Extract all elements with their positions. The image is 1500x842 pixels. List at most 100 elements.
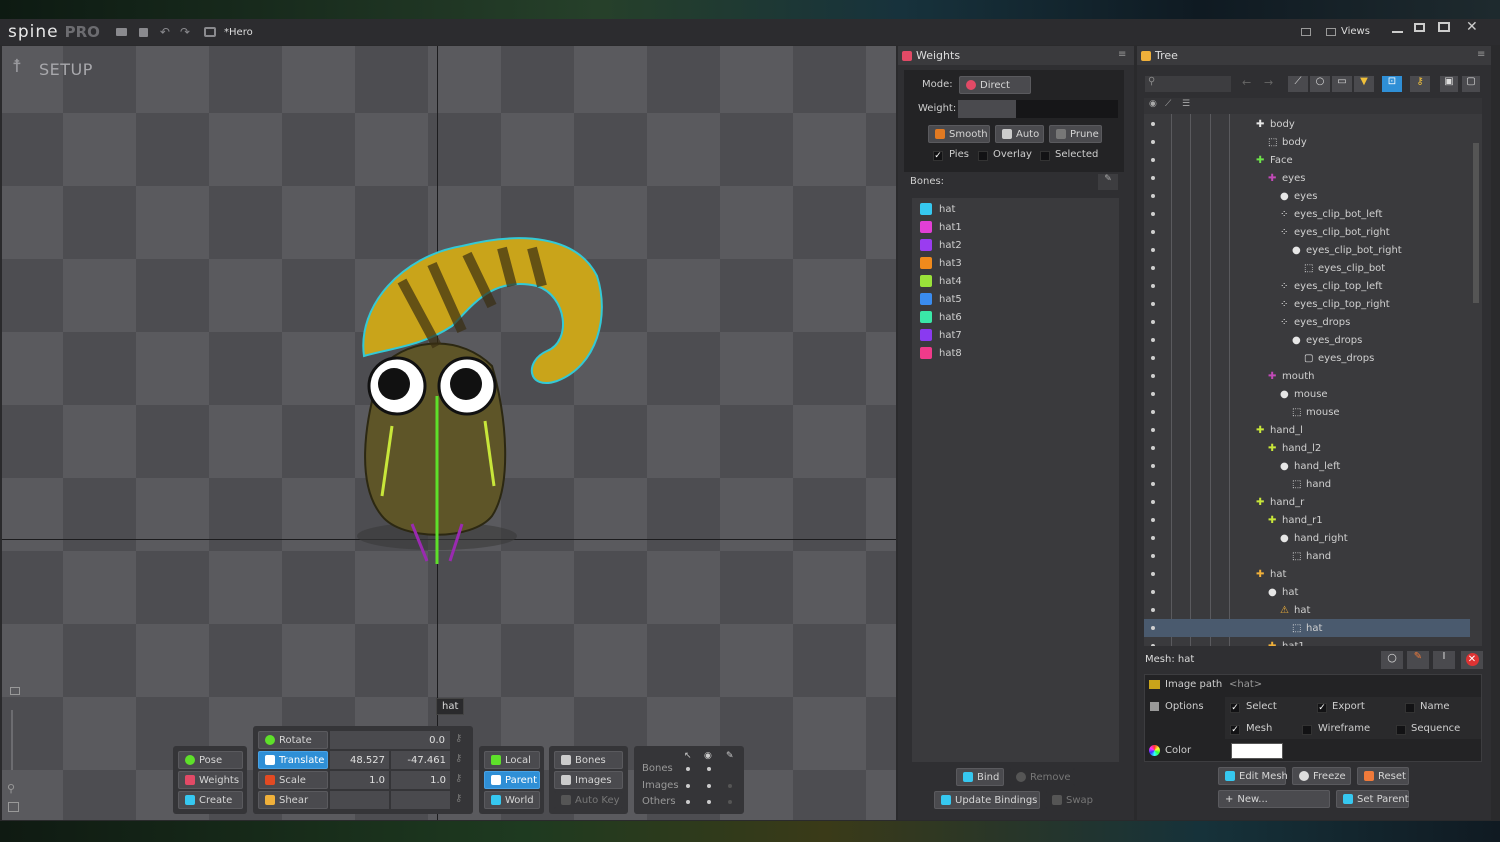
sequence-option-checkbox[interactable] [1396,725,1406,735]
bones-select-dot[interactable] [686,767,690,771]
views-icon[interactable] [1326,28,1336,36]
image-path-field[interactable]: <hat> [1229,679,1262,690]
pose-tool-button[interactable]: Pose [178,751,243,769]
remove-button[interactable]: Remove [1009,768,1075,786]
bones-list[interactable]: hat hat1 hat2 hat3 hat4 hat5 hat6 hat7 hat8 [912,198,1119,762]
images-toggle-button[interactable]: Images [554,771,623,789]
auto-key-button[interactable]: Auto Key [554,791,623,809]
tree-search-input[interactable]: ⚲ [1145,76,1231,92]
parent-axis-button[interactable]: Parent [484,771,540,789]
tree-item[interactable]: ✚ hand_l [1144,421,1470,439]
tree-duplicate-icon[interactable]: ▢ [1462,76,1480,92]
bones-pin-icon[interactable]: ✎ [1098,174,1118,190]
visibility-dot[interactable] [1151,410,1155,414]
folder-open-icon[interactable] [115,28,127,36]
tree-item[interactable]: ● hat [1144,583,1470,601]
translate-tool-button[interactable]: Translate [258,751,328,769]
tree-item[interactable]: ✚ hand_r [1144,493,1470,511]
visibility-dot[interactable] [1151,446,1155,450]
tree-item[interactable]: ● eyes [1144,187,1470,205]
tree-item[interactable]: ✚ hand_r1 [1144,511,1470,529]
visibility-dot[interactable] [1151,122,1155,126]
filter-bones-icon[interactable]: ⟋ [1288,76,1308,92]
tree-view[interactable]: ◉ ⟋ ☰ ✚ body ⬚ body ✚ Face ✚ eyes ● eyes ⁘ eyes_cli… [1144,98,1482,646]
tree-item[interactable]: ● hand_left [1144,457,1470,475]
tree-item[interactable]: ⬚ hat [1144,619,1470,637]
tree-item[interactable]: ✚ mouth [1144,367,1470,385]
shear-y-field[interactable] [391,791,450,809]
mesh-eraser-icon[interactable]: ✎ [1407,651,1429,669]
create-tool-button[interactable]: Create [178,791,243,809]
bones-visible-dot[interactable] [707,767,711,771]
smooth-button[interactable]: Smooth [928,125,990,143]
visibility-dot[interactable] [1151,536,1155,540]
visibility-dot[interactable] [1151,248,1155,252]
tree-item[interactable]: ⁘ eyes_clip_top_left [1144,277,1470,295]
visibility-dot[interactable] [1151,374,1155,378]
mode-dropdown[interactable]: Direct [959,76,1031,94]
scale-key-icon[interactable]: ⚷ [455,773,462,784]
tree-item[interactable]: ⁘ eyes_clip_bot_left [1144,205,1470,223]
tree-item[interactable]: ⬚ eyes_clip_bot [1144,259,1470,277]
local-axis-button[interactable]: Local [484,751,540,769]
bone-list-item[interactable]: hat5 [912,290,1119,308]
tree-item[interactable]: ⚠ hat [1144,601,1470,619]
visibility-dot[interactable] [1151,338,1155,342]
visibility-dot[interactable] [1151,194,1155,198]
visibility-dot[interactable] [1151,356,1155,360]
visibility-dot[interactable] [1151,302,1155,306]
tree-item[interactable]: ⁘ eyes_drops [1144,313,1470,331]
reset-button[interactable]: Reset [1357,767,1409,785]
tree-item[interactable]: ✚ eyes [1144,169,1470,187]
name-option-checkbox[interactable] [1405,703,1415,713]
bone-list-item[interactable]: hat2 [912,236,1119,254]
pies-checkbox[interactable]: ✓ [933,151,943,161]
monitor-icon[interactable] [1301,28,1311,36]
wireframe-option-checkbox[interactable] [1302,725,1312,735]
visibility-dot[interactable] [1151,140,1155,144]
visibility-dot[interactable] [1151,464,1155,468]
restore-button[interactable] [1414,23,1425,32]
visibility-dot[interactable] [1151,518,1155,522]
bone-list-item[interactable]: hat [912,200,1119,218]
close-button[interactable]: ✕ [1466,19,1478,35]
update-bindings-button[interactable]: Update Bindings [934,791,1040,809]
character-skeleton[interactable] [342,186,622,566]
viewport[interactable]: ☨ SETUP hat ⚲ [2,46,896,820]
visibility-dot[interactable] [1151,608,1155,612]
visibility-dot[interactable] [1151,212,1155,216]
mesh-slot-icon[interactable]: ○ [1381,651,1403,669]
color-swatch[interactable] [1231,743,1283,759]
auto-button[interactable]: Auto [995,125,1044,143]
visibility-dot[interactable] [1151,230,1155,234]
selected-checkbox[interactable] [1040,151,1050,161]
zoom-icon[interactable]: ⚲ [7,782,15,795]
tree-settings-icon[interactable]: ⚷ [1410,76,1430,92]
images-select-dot[interactable] [686,784,690,788]
mesh-delete-icon[interactable]: ✕ [1461,651,1483,669]
tree-item[interactable]: ✚ hat [1144,565,1470,583]
visibility-dot[interactable] [1151,320,1155,324]
translate-y-field[interactable]: -47.461 [391,751,450,769]
tree-item[interactable]: ✚ hand_l2 [1144,439,1470,457]
edit-mesh-button[interactable]: Edit Mesh [1218,767,1288,785]
rotate-key-icon[interactable]: ⚷ [455,733,462,744]
visibility-dot[interactable] [1151,284,1155,288]
bones-toggle-button[interactable]: Bones [554,751,623,769]
tree-scrollbar[interactable] [1473,143,1479,303]
tree-panel-menu-icon[interactable]: ≡ [1477,49,1485,60]
set-parent-button[interactable]: Set Parent [1336,790,1409,808]
save-icon[interactable] [138,27,148,37]
images-visible-dot[interactable] [707,784,711,788]
rotate-tool-button[interactable]: Rotate [258,731,328,749]
undo-icon[interactable]: ↶ [160,25,170,39]
maximize-button[interactable] [1438,22,1450,32]
weight-slider[interactable] [958,100,1118,118]
filter-attachments-icon[interactable]: ▭ [1332,76,1352,92]
bone-list-item[interactable]: hat4 [912,272,1119,290]
visibility-dot[interactable] [1151,266,1155,270]
tree-item[interactable]: ⬚ hand [1144,547,1470,565]
tree-item[interactable]: ● eyes_clip_bot_right [1144,241,1470,259]
minimize-button[interactable] [1392,31,1403,33]
others-visible-dot[interactable] [707,800,711,804]
